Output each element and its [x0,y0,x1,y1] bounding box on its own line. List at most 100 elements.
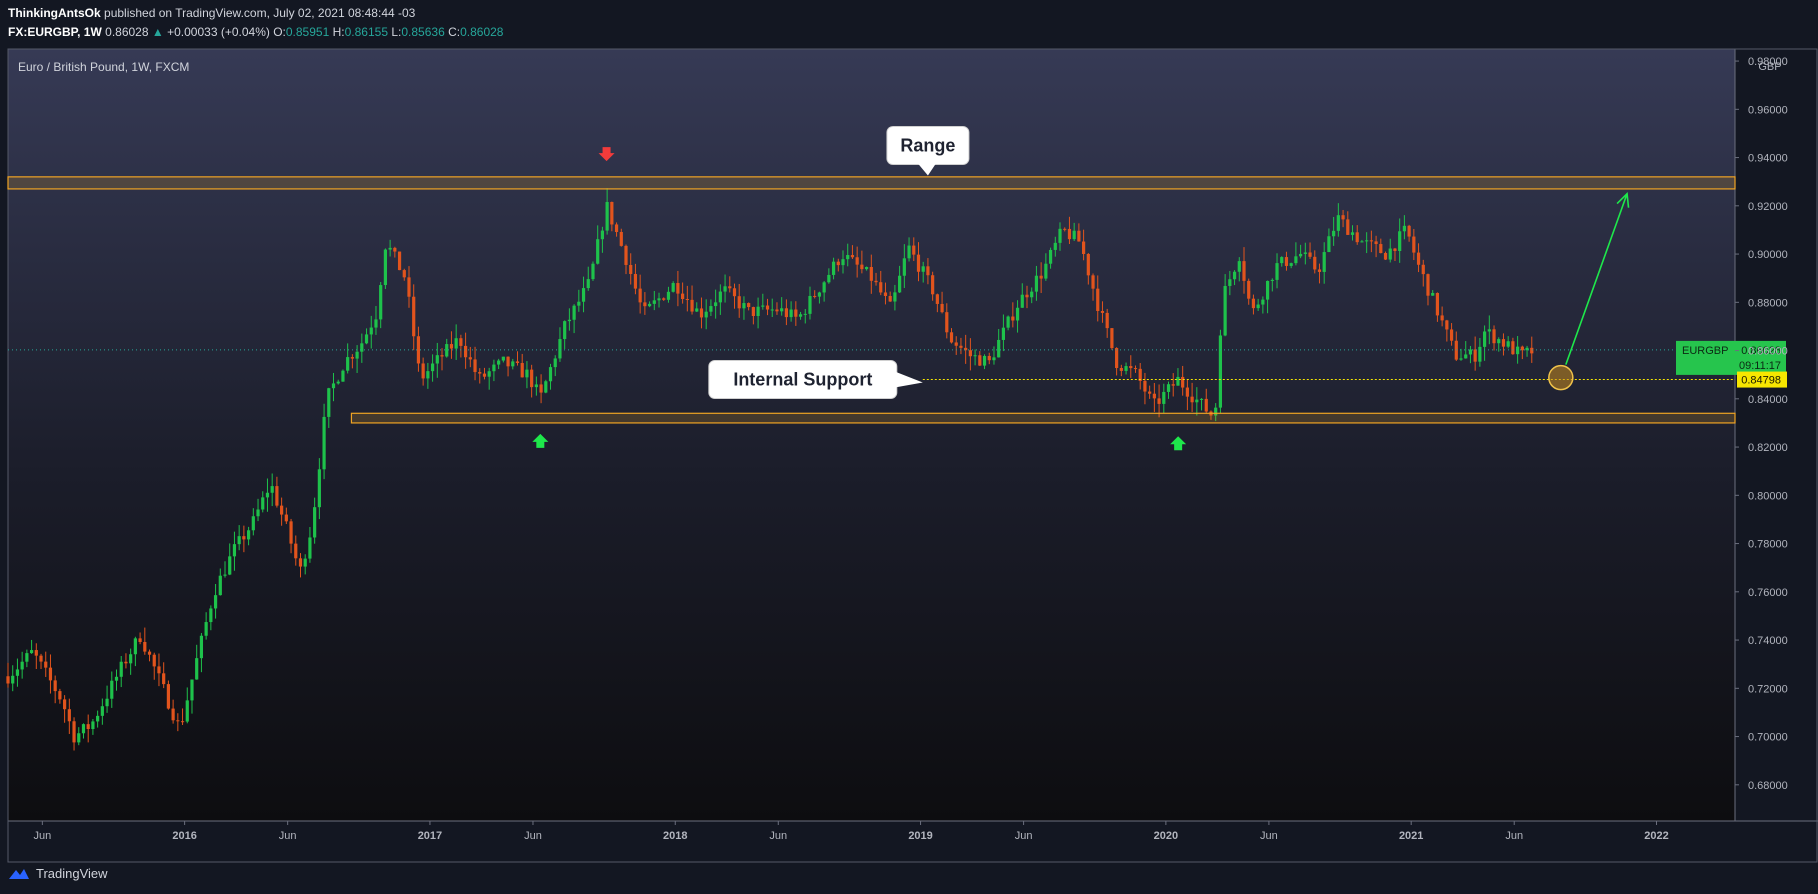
candle-body [58,691,62,700]
candle-body [850,255,855,258]
candle-body [256,509,260,517]
candle-body [72,721,76,743]
target-circle[interactable] [1548,364,1574,391]
publish-line: ThinkingAntsOk published on TradingView.… [8,6,415,20]
candle-body [982,355,987,366]
candle-body [86,724,90,730]
zone-support[interactable] [350,412,1736,424]
author-name[interactable]: ThinkingAntsOk [8,6,101,20]
candle-body [270,486,274,493]
candle-body [171,708,175,721]
candle-body [577,301,581,306]
candle-body [1464,354,1468,359]
candle-body [619,232,623,246]
candle-body [935,294,939,304]
time-tick-label: Jun [1260,830,1278,842]
candle-body [747,303,751,308]
candle-body [237,536,241,545]
price-tick-label: 0.90000 [1748,249,1788,261]
candle-body [383,249,388,286]
candle-body [879,282,883,293]
time-tick-label: Jun [1505,830,1523,842]
candle-body [1520,346,1524,351]
candle-body [780,308,784,312]
candle-body [756,306,760,316]
time-tick-label: 2017 [418,830,442,842]
candle-body [723,286,727,292]
price-chart[interactable]: RangeInternal SupportEURGBP 0.8602809:11:… [0,47,1818,864]
candle-body [1501,339,1506,347]
price-tick-label: 0.68000 [1748,780,1788,792]
candle-body [987,355,991,361]
candle-body [1426,274,1430,296]
candle-body [1034,275,1039,292]
close-label: C: [448,25,461,39]
candle-body [1063,228,1067,230]
candle-body [1119,367,1123,371]
candle-body [1402,225,1406,232]
plot-background [8,49,1735,821]
candle-body [218,575,222,596]
candle-body [968,350,972,357]
candle-body [1322,252,1326,272]
candle-body [1492,329,1496,344]
candle-body [176,720,180,722]
candle-body [246,530,251,540]
candle-body [761,305,765,307]
open-label: O: [273,25,286,39]
candle-body [147,651,152,655]
candle-body [581,288,586,302]
candle-body [1185,387,1189,397]
last-price: 0.86028 [105,25,149,39]
candle-body [1001,327,1006,340]
candle-body [1223,285,1227,336]
candle-body [501,356,505,361]
candle-body [1100,310,1105,313]
candle-body [11,675,15,684]
candle-body [1270,279,1274,281]
price-axis[interactable]: 0.980000.960000.940000.920000.900000.880… [1735,56,1788,792]
candle-body [860,264,864,270]
candle-body [685,299,689,301]
candle-body [973,355,977,357]
zone-range[interactable] [7,176,1736,190]
candle-body [728,286,732,289]
candle-body [949,332,954,343]
candle-body [1148,391,1152,394]
price-tick-label: 0.78000 [1748,539,1788,551]
candle-body [803,313,807,315]
candle-body [572,305,576,320]
symbol-label[interactable]: FX:EURGBP, 1W [8,25,102,39]
candle-body [954,342,958,346]
candle-body [1346,219,1350,235]
support-price-tag[interactable]: 0.84798 [1737,371,1787,388]
candle-body [822,282,826,293]
candle-body [874,280,878,283]
candle-body [440,355,444,357]
candle-body [539,384,543,393]
candle-body [350,357,354,359]
price-tick-label: 0.70000 [1748,732,1788,744]
candle-body [180,721,185,723]
candle-body [355,351,359,359]
low-label: L: [391,25,402,39]
time-tick-label: 2018 [663,830,687,842]
candle-body [487,371,491,377]
candle-body [1105,312,1109,329]
candle-body [369,327,373,335]
candle-body [1039,275,1043,279]
high-label: H: [332,25,345,39]
candle-body [600,230,605,240]
candle-body [699,308,704,318]
candle-body [1124,366,1128,371]
candle-body [388,247,392,250]
candle-body [1487,329,1491,332]
candle-body [397,251,402,271]
candle-body [855,257,859,265]
candle-body [676,283,680,294]
low-value: 0.85636 [401,25,445,39]
callout-internal-support[interactable]: Internal Support [708,360,923,400]
candle-body [916,254,921,272]
time-axis[interactable]: Jun 2016 Jun 2017 Jun 2018 Jun 2019 Jun 2020 Jun 20… [33,821,1669,842]
footer-brand[interactable]: TradingView [8,866,108,881]
